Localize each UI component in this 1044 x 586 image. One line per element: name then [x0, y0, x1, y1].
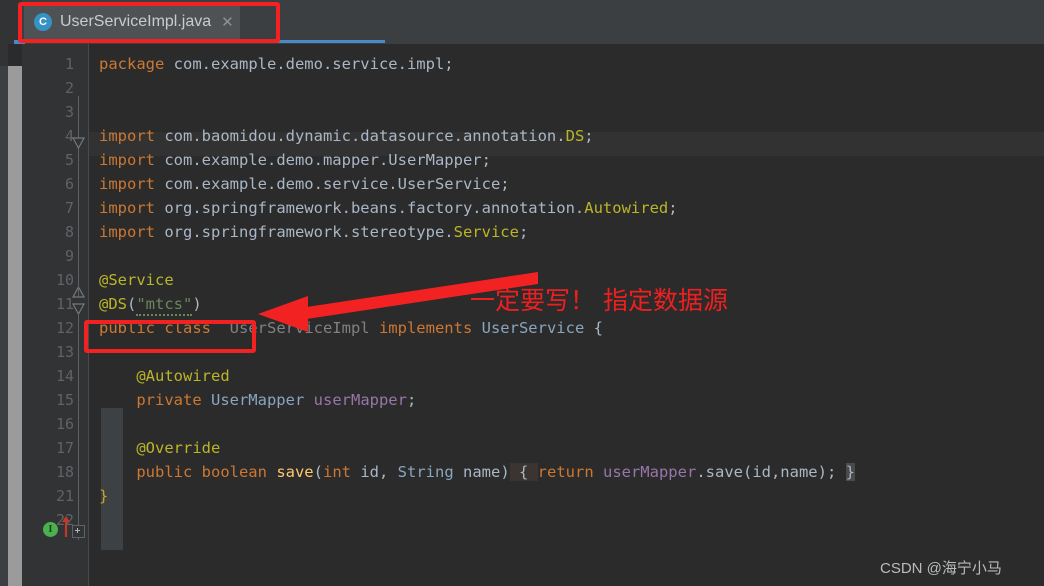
- left-scroll-rail[interactable]: [8, 66, 22, 586]
- line-number: 5: [64, 151, 74, 169]
- code-token: {: [509, 463, 538, 481]
- line-number: 13: [55, 343, 74, 361]
- code-token: import: [99, 199, 155, 217]
- code-token: ;: [668, 199, 678, 217]
- line-number: 4: [64, 127, 74, 145]
- code-token: com.example.demo.mapper.UserMapper;: [155, 151, 491, 169]
- code-token: import: [99, 175, 155, 193]
- code-line[interactable]: @DS("mtcs"): [99, 292, 202, 316]
- code-token: UserService: [481, 319, 585, 337]
- line-number: 7: [64, 199, 74, 217]
- code-token: import: [99, 127, 155, 145]
- code-token: id,: [350, 463, 398, 481]
- watermark: CSDN @海宁小马: [880, 560, 1002, 577]
- code-line[interactable]: private UserMapper userMapper;: [99, 388, 416, 412]
- code-token: save: [705, 463, 743, 481]
- line-number: 21: [55, 487, 74, 505]
- code-token: Service: [453, 223, 519, 241]
- code-token: userMapper: [602, 463, 697, 481]
- code-line[interactable]: import com.example.demo.service.UserServ…: [99, 172, 510, 196]
- code-token: com.baomidou.dynamic.datasource.annotati…: [155, 127, 566, 145]
- line-number: 1: [64, 55, 74, 73]
- code-token: UserMapper: [210, 391, 305, 409]
- line-number: 8: [64, 223, 74, 241]
- annotation-chinese-note: 一定要写！ 指定数据源: [470, 286, 728, 315]
- code-token: {: [584, 319, 603, 337]
- line-number: 2: [64, 79, 74, 97]
- annotation-box-tab: [18, 2, 280, 43]
- code-token: userMapper: [313, 391, 407, 409]
- code-token: org.springframework.stereotype.: [155, 223, 454, 241]
- line-number: 12: [55, 319, 74, 337]
- code-line[interactable]: }: [99, 484, 108, 508]
- code-token: com.example.demo.service.impl;: [164, 55, 454, 73]
- left-rail-top: [0, 44, 8, 66]
- code-token: @Override: [99, 439, 221, 457]
- code-token: }: [845, 463, 855, 481]
- code-token: import: [99, 223, 155, 241]
- ide-window: C UserServiceImpl.java ✕ package com.exa…: [0, 0, 1044, 586]
- line-number: 6: [64, 175, 74, 193]
- code-line[interactable]: import com.baomidou.dynamic.datasource.a…: [99, 124, 594, 148]
- fold-stem-class: [78, 314, 79, 540]
- line-number: 15: [55, 391, 74, 409]
- line-number: 3: [64, 103, 74, 121]
- code-token: public boolean: [99, 463, 277, 481]
- code-token: int: [322, 463, 351, 481]
- code-line[interactable]: import org.springframework.beans.factory…: [99, 196, 678, 220]
- code-line[interactable]: package com.example.demo.service.impl;: [99, 52, 454, 76]
- line-number: 9: [64, 247, 74, 265]
- code-token: Autowired: [584, 199, 669, 217]
- line-number: 17: [55, 439, 74, 457]
- editor-tab-bar: C UserServiceImpl.java ✕: [0, 0, 1044, 45]
- code-token: DS: [565, 127, 585, 145]
- code-token: }: [99, 487, 109, 505]
- code-line[interactable]: import com.example.demo.mapper.UserMappe…: [99, 148, 491, 172]
- code-token: "mtcs": [136, 295, 193, 316]
- code-line[interactable]: @Autowired: [99, 364, 230, 388]
- fold-expand-icon-line18[interactable]: [72, 525, 85, 538]
- code-token: com.example.demo.service.UserService;: [155, 175, 510, 193]
- implements-method-icon[interactable]: I: [43, 522, 58, 537]
- code-token: @Autowired: [99, 367, 230, 385]
- line-number: 14: [55, 367, 74, 385]
- code-token: name): [453, 463, 510, 481]
- code-token: @DS: [99, 295, 127, 313]
- code-token: implements: [369, 319, 482, 337]
- code-token: private: [99, 391, 211, 409]
- left-rail: [0, 44, 8, 586]
- annotation-box-ds-annotation: [84, 320, 256, 353]
- line-number: 18: [55, 463, 74, 481]
- code-token: save: [276, 463, 314, 481]
- code-token: ;: [584, 127, 594, 145]
- code-line[interactable]: public boolean save(int id, String name)…: [99, 460, 855, 484]
- line-number: 11: [55, 295, 74, 313]
- code-token: (id,name);: [742, 463, 846, 481]
- code-token: @Service: [99, 271, 174, 289]
- code-line[interactable]: @Override: [99, 436, 220, 460]
- code-token: ;: [518, 223, 529, 241]
- fold-stem-imports-top: [78, 96, 79, 156]
- code-line[interactable]: @Service: [99, 268, 174, 292]
- code-token: (: [313, 463, 323, 481]
- code-token: String: [397, 463, 454, 481]
- code-token: org.springframework.beans.factory.annota…: [155, 199, 585, 217]
- line-number: 10: [55, 271, 74, 289]
- code-line[interactable]: import org.springframework.stereotype.Se…: [99, 220, 528, 244]
- code-token: package: [99, 55, 165, 73]
- code-token: .: [696, 463, 706, 481]
- code-token: ): [192, 295, 202, 313]
- line-number: 16: [55, 415, 74, 433]
- code-token: import: [99, 151, 155, 169]
- code-token: ;: [406, 391, 417, 409]
- fold-stem-imports: [78, 156, 79, 298]
- code-token: return: [537, 463, 603, 481]
- code-token: (: [127, 295, 137, 313]
